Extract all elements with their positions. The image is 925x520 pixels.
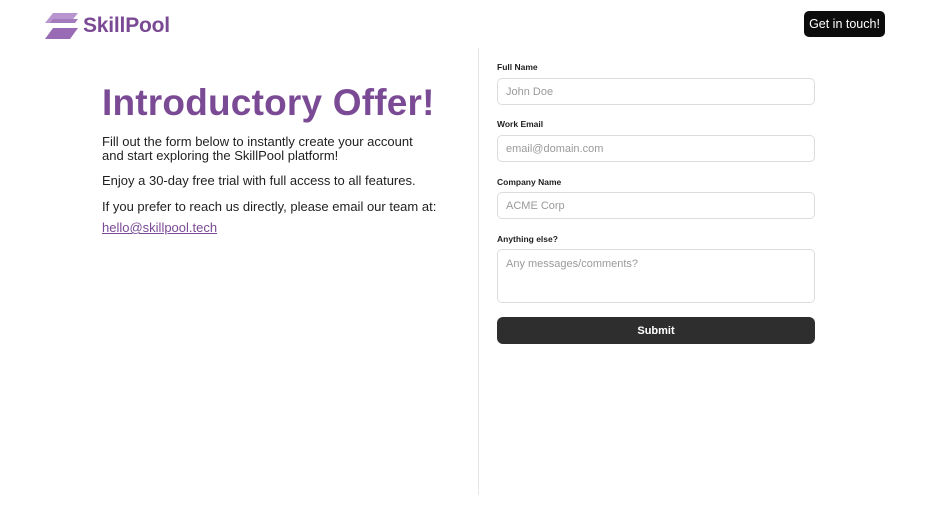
get-in-touch-button[interactable]: Get in touch! xyxy=(804,11,885,37)
intro-paragraph-trial: Enjoy a 30-day free trial with full acce… xyxy=(102,173,416,188)
page: SkillPool Get in touch! Introductory Off… xyxy=(0,0,925,520)
intro-paragraph-signup: Fill out the form below to instantly cre… xyxy=(102,134,413,163)
work-email-label: Work Email xyxy=(497,119,544,129)
full-name-input[interactable] xyxy=(497,78,815,105)
anything-else-label: Anything else? xyxy=(497,234,558,244)
full-name-label: Full Name xyxy=(497,62,538,72)
submit-button[interactable]: Submit xyxy=(497,317,815,344)
skillpool-logo-icon xyxy=(45,12,78,39)
anything-else-textarea[interactable] xyxy=(497,249,815,303)
brand-name: SkillPool xyxy=(83,14,170,37)
contact-email-link[interactable]: hello@skillpool.tech xyxy=(102,220,217,235)
intro-paragraph-contact: If you prefer to reach us directly, plea… xyxy=(102,199,437,214)
brand-logo[interactable]: SkillPool xyxy=(45,12,170,40)
company-name-input[interactable] xyxy=(497,192,815,219)
column-divider xyxy=(478,48,479,495)
work-email-input[interactable] xyxy=(497,135,815,162)
company-name-label: Company Name xyxy=(497,177,562,187)
page-title: Introductory Offer! xyxy=(102,82,435,123)
